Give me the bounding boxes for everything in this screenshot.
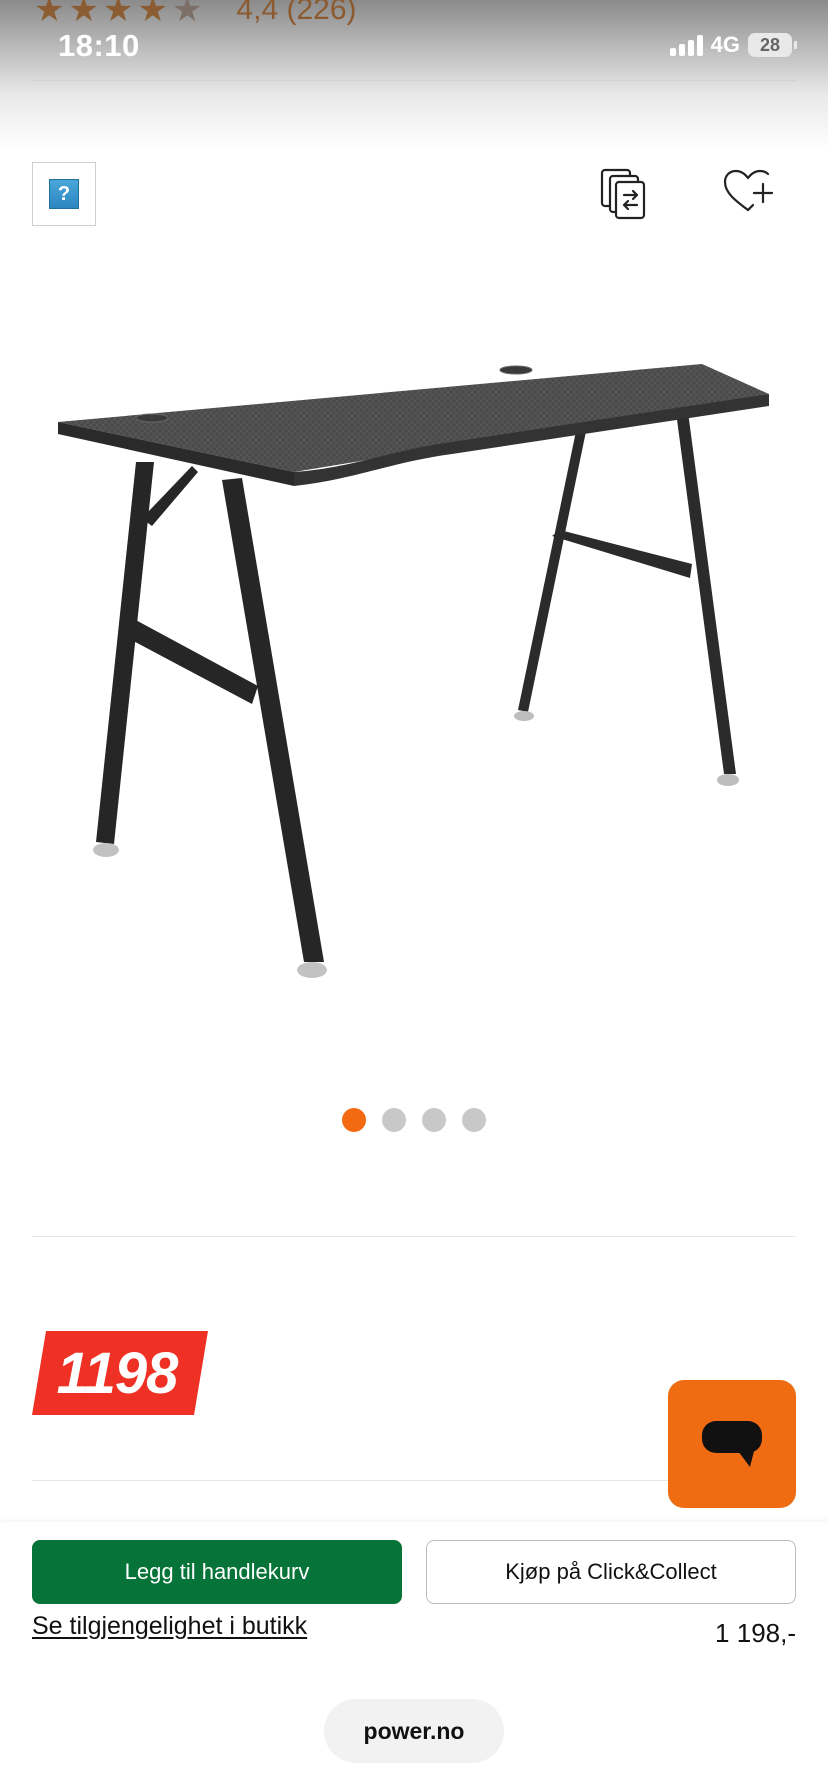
add-to-cart-button[interactable]: Legg til handlekurv xyxy=(32,1540,402,1604)
star-icon: ★ xyxy=(68,0,99,29)
rating-text: 4,4 (226) xyxy=(236,0,357,26)
chat-bubble-icon xyxy=(702,1421,762,1467)
star-icon: ★ xyxy=(137,0,168,29)
price-value: 1198 xyxy=(56,1340,179,1406)
browser-url-bar[interactable]: power.no xyxy=(324,1699,504,1763)
status-time: 18:10 xyxy=(58,28,140,63)
compare-icon[interactable] xyxy=(600,168,650,220)
click-collect-button[interactable]: Kjøp på Click&Collect xyxy=(426,1540,796,1604)
store-availability-link[interactable]: Se tilgjengelighet i butikk xyxy=(32,1612,307,1641)
rating-summary[interactable]: ★ ★ ★ ★ ★ 4,4 (226) xyxy=(34,0,357,30)
divider xyxy=(32,1236,796,1237)
heart-plus-icon[interactable] xyxy=(722,168,774,214)
chat-button[interactable] xyxy=(668,1380,796,1508)
carousel-dot[interactable] xyxy=(422,1108,446,1132)
price-badge: 1198 xyxy=(32,1331,208,1415)
product-image[interactable] xyxy=(52,350,776,990)
divider xyxy=(32,80,796,81)
network-type: 4G xyxy=(710,32,740,57)
carousel-dot[interactable] xyxy=(382,1108,406,1132)
star-icon: ★ xyxy=(102,0,134,29)
half-star-icon: ★ xyxy=(171,0,203,29)
help-button[interactable]: ? xyxy=(32,162,96,226)
bottom-price: 1 198,- xyxy=(715,1618,796,1648)
carousel-dot[interactable] xyxy=(462,1108,486,1132)
help-icon: ? xyxy=(49,179,79,209)
rating-stars: ★ ★ ★ ★ ★ xyxy=(34,0,202,27)
battery-level: 28 xyxy=(759,34,781,55)
battery-icon: 28 xyxy=(748,33,797,57)
carousel-dots xyxy=(0,1108,828,1132)
carousel-dot-active[interactable] xyxy=(342,1108,366,1132)
star-icon: ★ xyxy=(34,0,65,29)
signal-icon xyxy=(669,34,703,56)
status-indicators: 4G 28 xyxy=(669,32,797,58)
